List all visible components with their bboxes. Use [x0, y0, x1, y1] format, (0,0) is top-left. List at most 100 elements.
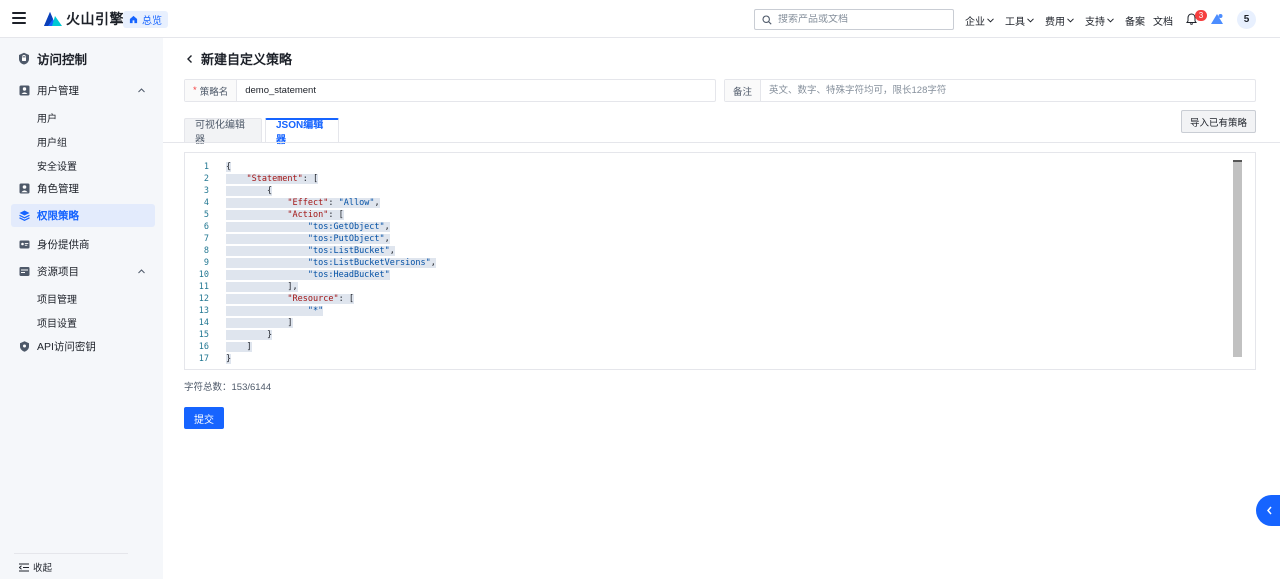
- search-box[interactable]: [754, 9, 954, 30]
- overview-label: 总览: [142, 16, 162, 27]
- code-highlight: }: [226, 354, 232, 364]
- code-highlight: "Action": [: [226, 210, 344, 220]
- submit-button[interactable]: 提交: [184, 407, 224, 429]
- chevron-down-icon: [1107, 18, 1114, 23]
- menu-icon[interactable]: [12, 12, 26, 24]
- sidebar-item-api-keys[interactable]: API访问密钥: [11, 335, 155, 358]
- sidebar-item-label: 资源项目: [37, 266, 79, 278]
- sidebar-item-users[interactable]: 用户: [37, 110, 57, 125]
- tab-divider: [163, 142, 1280, 143]
- remark-input[interactable]: [761, 80, 1242, 101]
- sidebar-item-user-management[interactable]: 用户管理: [11, 79, 155, 102]
- code-highlight: "tos:ListBucket",: [226, 246, 395, 256]
- nav-docs[interactable]: 文档: [1153, 13, 1173, 28]
- policy-name-input[interactable]: [237, 80, 708, 101]
- editor-scrollbar[interactable]: [1233, 161, 1242, 357]
- tab-visual-editor[interactable]: 可视化编辑器: [184, 118, 262, 146]
- search-input[interactable]: [778, 14, 948, 25]
- nav-tools-label: 工具: [1005, 17, 1025, 28]
- nav-support-label: 支持: [1085, 17, 1105, 28]
- page-header: 新建自定义策略: [186, 49, 292, 68]
- line-number: 3: [203, 186, 209, 196]
- sidebar-item-resource-projects[interactable]: 资源项目: [11, 260, 155, 283]
- code-highlight: "tos:GetObject",: [226, 222, 390, 232]
- json-string: "*": [307, 306, 324, 316]
- nav-docs-label: 文档: [1153, 17, 1173, 28]
- sidebar-item-label: 角色管理: [37, 183, 79, 195]
- json-punctuation: ]: [246, 342, 252, 352]
- code-line: 3 {: [185, 185, 1225, 197]
- nav-enterprise[interactable]: 企业: [965, 13, 994, 28]
- code-text: ]: [226, 317, 293, 329]
- code-line: 2 "Statement": [: [185, 173, 1225, 185]
- sidebar-item-label: API访问密钥: [37, 341, 96, 353]
- json-editor[interactable]: 1{2 "Statement": [3 {4 "Effect": "Allow"…: [184, 152, 1256, 370]
- sidebar-item-user-groups[interactable]: 用户组: [37, 134, 67, 149]
- nav-support[interactable]: 支持: [1085, 13, 1114, 28]
- page-title: 新建自定义策略: [201, 52, 293, 67]
- sidebar-item-permission-policies[interactable]: 权限策略: [11, 204, 155, 227]
- sidebar-item-role-management[interactable]: 角色管理: [11, 177, 155, 200]
- user-icon: [19, 85, 30, 96]
- code-highlight: "Statement": [: [226, 174, 319, 184]
- code-line: 1{: [185, 161, 1225, 173]
- json-punctuation: :: [328, 198, 339, 208]
- idp-icon: [19, 240, 30, 249]
- sidebar-item-label: 身份提供商: [37, 239, 90, 251]
- code-line: 10 "tos:HeadBucket": [185, 269, 1225, 281]
- code-line: 17}: [185, 353, 1225, 365]
- json-key: "Effect": [287, 198, 329, 208]
- project-icon: [19, 267, 30, 276]
- line-number: 6: [203, 222, 209, 232]
- top-bar: 火山引擎 总览 企业 工具 费用 支持 备案 文档 3 5: [0, 0, 1280, 38]
- nav-tools[interactable]: 工具: [1005, 13, 1034, 28]
- overview-button[interactable]: 总览: [123, 11, 168, 28]
- code-text: ]: [226, 341, 252, 353]
- json-string: "tos:GetObject": [307, 222, 385, 232]
- code-text: "Resource": [: [226, 293, 354, 305]
- code-highlight: {: [226, 186, 273, 196]
- search-icon: [762, 14, 772, 25]
- json-punctuation: {: [226, 162, 232, 172]
- code-line: 13 "*": [185, 305, 1225, 317]
- code-text: }: [226, 353, 232, 365]
- collapse-sidebar-button[interactable]: 收起: [19, 560, 52, 574]
- sidebar-item-project-settings[interactable]: 项目设置: [37, 315, 77, 330]
- nav-billing[interactable]: 费用: [1045, 13, 1074, 28]
- nav-enterprise-label: 企业: [965, 17, 985, 28]
- json-key: "Statement": [246, 174, 303, 184]
- cloud-user-icon[interactable]: [1210, 12, 1224, 26]
- line-number: 14: [198, 318, 209, 328]
- json-punctuation: ,: [389, 246, 395, 256]
- tab-json-editor[interactable]: JSON编辑器: [265, 118, 339, 146]
- line-number: 11: [198, 282, 209, 292]
- sidebar-item-security-settings[interactable]: 安全设置: [37, 158, 77, 173]
- required-mark: *: [193, 85, 197, 96]
- floating-expand-button[interactable]: [1256, 495, 1280, 526]
- import-policy-button[interactable]: 导入已有策略: [1181, 110, 1256, 133]
- back-arrow-icon[interactable]: [186, 54, 194, 64]
- nav-filing[interactable]: 备案: [1125, 13, 1145, 28]
- code-highlight: "*": [226, 306, 324, 316]
- chevron-up-icon: [138, 269, 145, 274]
- json-punctuation: {: [266, 186, 273, 196]
- brand-logo[interactable]: 火山引擎: [44, 9, 124, 29]
- code-text: "tos:HeadBucket": [226, 269, 390, 281]
- sidebar-title-label: 访问控制: [37, 53, 88, 67]
- code-line: 4 "Effect": "Allow",: [185, 197, 1225, 209]
- line-number: 9: [203, 258, 209, 268]
- collapse-label: 收起: [33, 563, 53, 574]
- sidebar-item-project-management[interactable]: 项目管理: [37, 291, 77, 306]
- json-punctuation: ,: [384, 234, 390, 244]
- code-text: "Statement": [: [226, 173, 319, 185]
- code-line: 11 ],: [185, 281, 1225, 293]
- code-line: 5 "Action": [: [185, 209, 1225, 221]
- code-highlight: "tos:HeadBucket": [226, 270, 390, 280]
- line-number: 1: [203, 162, 209, 172]
- line-number: 17: [198, 354, 209, 364]
- line-number: 13: [198, 306, 209, 316]
- chevron-up-icon: [138, 88, 145, 93]
- sidebar-item-identity-providers[interactable]: 身份提供商: [11, 233, 155, 256]
- avatar[interactable]: 5: [1237, 10, 1256, 29]
- code-text: }: [226, 329, 273, 341]
